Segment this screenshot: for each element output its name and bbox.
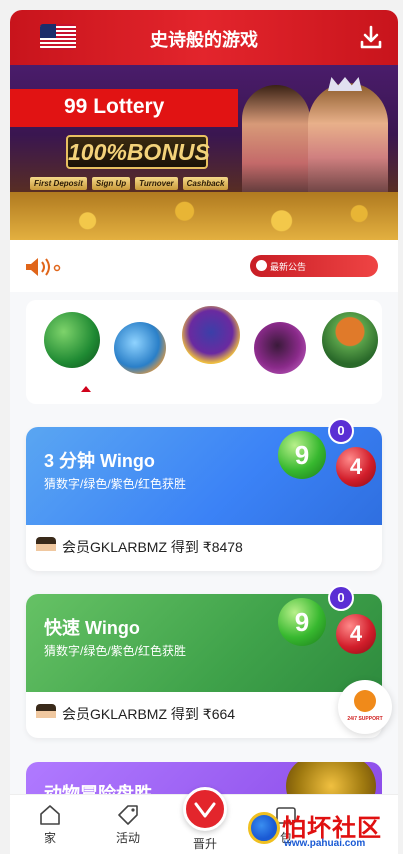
game-card-header: 3 分钟 Wingo 猜数字/绿色/紫色/红色获胜 9 4 bbox=[26, 427, 382, 525]
support-label: 24/7 SUPPORT bbox=[347, 716, 383, 722]
category-fishing-icon[interactable] bbox=[114, 322, 166, 374]
game-categories bbox=[26, 300, 382, 404]
download-icon[interactable] bbox=[358, 24, 384, 50]
support-agent-icon bbox=[354, 690, 376, 712]
banner-tag: Turnover bbox=[135, 177, 178, 190]
banner-tag: Cashback bbox=[182, 177, 229, 190]
game-title: 快速 Wingo bbox=[44, 618, 140, 638]
game-card-fast-wingo[interactable]: 快速 Wingo 猜数字/绿色/紫色/红色获胜 9 4 会员GKLARBMZ 得… bbox=[26, 594, 382, 738]
watermark-url: www.pahuai.com bbox=[284, 838, 366, 849]
diamond-icon bbox=[194, 802, 216, 818]
winner-info: 会员GKLARBMZ 得到 ₹8478 bbox=[36, 533, 243, 561]
app-screen: 史诗般的游戏 99 Lottery 100%BONUS First Deposi… bbox=[10, 10, 398, 854]
green-ball-icon: 9 bbox=[278, 431, 326, 479]
winner-info: 会员GKLARBMZ 得到 ₹664 bbox=[36, 700, 235, 728]
green-ball-icon: 9 bbox=[278, 598, 326, 646]
avatar bbox=[36, 704, 56, 724]
banner-bonus-label: 100%BONUS bbox=[66, 135, 210, 169]
category-lottery-icon[interactable] bbox=[44, 312, 100, 368]
purple-ball-badge: 0 bbox=[328, 418, 354, 444]
notice-bar: 最新公告 bbox=[10, 240, 398, 292]
avatar bbox=[36, 537, 56, 557]
game-card-header: 快速 Wingo 猜数字/绿色/紫色/红色获胜 9 4 bbox=[26, 594, 382, 692]
notice-dot-icon bbox=[256, 260, 267, 271]
red-ball-icon: 4 bbox=[336, 447, 376, 487]
game-subtitle: 猜数字/绿色/紫色/红色获胜 bbox=[44, 644, 187, 658]
category-slots-icon[interactable] bbox=[182, 306, 240, 364]
banner-tags: First Deposit Sign Up Turnover Cashback bbox=[30, 177, 229, 190]
home-icon bbox=[40, 805, 60, 825]
game-subtitle: 猜数字/绿色/紫色/红色获胜 bbox=[44, 477, 187, 491]
nav-activity[interactable]: 活动 bbox=[98, 803, 158, 846]
speaker-icon bbox=[26, 258, 61, 276]
latest-notice-button[interactable]: 最新公告 bbox=[250, 255, 378, 277]
promo-banner[interactable]: 99 Lottery 100%BONUS First Deposit Sign … bbox=[10, 65, 398, 240]
watermark-logo-icon bbox=[248, 812, 280, 844]
watermark: 怕坏社区 www.pahuai.com bbox=[248, 808, 398, 852]
nav-home-label: 家 bbox=[43, 831, 56, 845]
banner-tag: First Deposit bbox=[30, 177, 87, 190]
category-sports-icon[interactable] bbox=[322, 312, 378, 368]
nav-promote-button[interactable] bbox=[183, 787, 227, 831]
header: 史诗般的游戏 bbox=[10, 10, 398, 65]
crown-icon bbox=[328, 77, 362, 91]
winner-text: 会员GKLARBMZ 得到 ₹8478 bbox=[62, 539, 243, 555]
header-title: 史诗般的游戏 bbox=[150, 30, 258, 50]
gold-coins-image bbox=[10, 192, 398, 240]
banner-lottery-label: 99 Lottery bbox=[10, 89, 238, 127]
support-button[interactable]: 24/7 SUPPORT bbox=[338, 680, 392, 734]
banner-tag: Sign Up bbox=[91, 177, 131, 190]
activity-tag-icon bbox=[118, 805, 138, 825]
winner-text: 会员GKLARBMZ 得到 ₹664 bbox=[62, 706, 236, 722]
game-title: 3 分钟 Wingo bbox=[44, 451, 155, 471]
purple-ball-badge: 0 bbox=[328, 585, 354, 611]
game-card-wingo-3min[interactable]: 3 分钟 Wingo 猜数字/绿色/紫色/红色获胜 9 4 会员GKLARBMZ… bbox=[26, 427, 382, 571]
active-category-indicator bbox=[81, 386, 91, 392]
nav-activity-label: 活动 bbox=[115, 831, 140, 845]
nav-home[interactable]: 家 bbox=[20, 803, 80, 846]
nav-promote-label: 晋升 bbox=[192, 837, 217, 851]
latest-notice-label: 最新公告 bbox=[270, 262, 307, 272]
red-ball-icon: 4 bbox=[336, 614, 376, 654]
category-casino-chips-icon[interactable] bbox=[254, 322, 306, 374]
